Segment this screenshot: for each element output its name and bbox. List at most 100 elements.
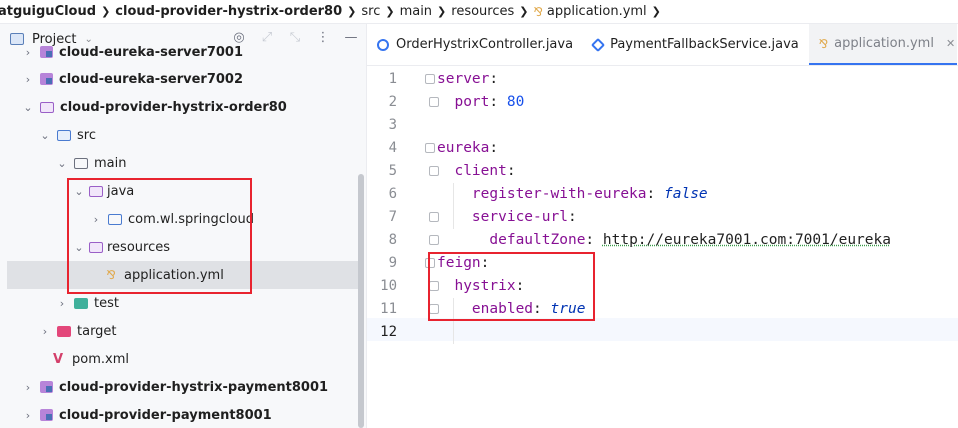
java-interface-icon	[590, 37, 606, 52]
line-number: 9	[388, 255, 397, 271]
tree-item-label: cloud-provider-payment8001	[59, 407, 272, 423]
module-icon	[40, 73, 53, 85]
tree-item-file[interactable]: V pom.xml	[0, 345, 358, 373]
chevron-right-icon[interactable]: ›	[22, 409, 34, 422]
tree-item-label: src	[77, 127, 96, 143]
code-line-6: register-with-eureka: false	[437, 183, 708, 206]
yaml-colon: :	[585, 232, 595, 248]
tree-item-module[interactable]: › cloud-eureka-server7001	[0, 38, 358, 66]
target-folder-icon	[57, 325, 71, 337]
current-line-highlight	[367, 318, 958, 341]
tab-label: application.yml	[834, 36, 934, 51]
chevron-right-icon[interactable]: ›	[22, 381, 34, 394]
java-class-icon	[377, 38, 389, 51]
yaml-colon: :	[489, 140, 499, 156]
editor-tabs: OrderHystrixController.java PaymentFallb…	[367, 24, 958, 66]
tree-item-module[interactable]: ⌄ cloud-provider-hystrix-order80	[0, 93, 358, 121]
breadcrumb-item-src[interactable]: src	[361, 4, 380, 19]
tree-item-label: cloud-provider-hystrix-payment8001	[59, 379, 329, 395]
yaml-url-value[interactable]: http://eureka7001.com:7001/eureka	[603, 232, 891, 248]
yaml-key: port	[454, 94, 490, 110]
yaml-file-icon: ⅋	[818, 36, 829, 51]
annotation-highlight-box	[67, 178, 252, 294]
test-folder-icon	[74, 297, 88, 309]
chevron-right-icon[interactable]: ›	[22, 73, 34, 86]
line-number: 11	[380, 301, 397, 317]
code-line-8: defaultZone: http://eureka7001.com:7001/…	[437, 229, 891, 252]
yaml-key: register-with-eureka	[471, 186, 647, 202]
breadcrumb-item-module[interactable]: cloud-provider-hystrix-order80	[115, 4, 342, 19]
chevron-right-icon: ❯	[101, 5, 111, 18]
tree-item-label: test	[94, 295, 119, 311]
code-line-2: port: 80	[437, 91, 524, 114]
tab-payment-fallback-service[interactable]: PaymentFallbackService.java	[583, 24, 809, 65]
yaml-key: service-url	[471, 209, 568, 225]
yaml-key: defaultZone	[489, 232, 586, 248]
tab-label: OrderHystrixController.java	[396, 37, 574, 52]
tab-order-hystrix-controller[interactable]: OrderHystrixController.java	[367, 24, 583, 65]
tree-item-label: target	[77, 323, 117, 339]
fold-marker-icon[interactable]	[425, 143, 435, 153]
yaml-key: server	[437, 71, 490, 87]
line-number: 1	[388, 71, 397, 87]
module-icon	[40, 409, 53, 421]
yaml-colon: :	[506, 163, 516, 179]
code-line-4: eureka:	[437, 137, 498, 160]
line-number: 5	[388, 163, 397, 179]
tab-label: PaymentFallbackService.java	[610, 37, 799, 52]
tree-item-label: pom.xml	[72, 351, 129, 367]
tree-item-label: cloud-eureka-server7002	[59, 71, 244, 87]
code-line-7: service-url:	[437, 206, 577, 229]
chevron-right-icon[interactable]: ›	[56, 297, 68, 310]
line-number-current: 12	[380, 324, 397, 340]
line-number: 10	[380, 278, 397, 294]
yaml-file-icon: ⅋	[533, 4, 543, 19]
tree-item-module[interactable]: › cloud-eureka-server7002	[0, 65, 358, 93]
folder-icon	[74, 157, 88, 169]
fold-marker-icon[interactable]	[425, 74, 435, 84]
line-number: 8	[388, 232, 397, 248]
close-icon[interactable]: ✕	[946, 37, 955, 50]
line-number: 2	[388, 94, 397, 110]
yaml-colon: :	[489, 94, 499, 110]
code-line-5: client:	[437, 160, 516, 183]
chevron-right-icon: ❯	[347, 5, 357, 18]
breadcrumb-item-project[interactable]: atguiguCloud	[0, 4, 96, 19]
tree-item-module[interactable]: › cloud-provider-payment8001	[0, 401, 358, 428]
annotation-highlight-box	[428, 252, 595, 321]
breadcrumb: atguiguCloud ❯ cloud-provider-hystrix-or…	[0, 0, 958, 24]
tree-item-folder[interactable]: › target	[0, 317, 358, 345]
project-panel: Project ⌄ ◎ ⤢ ⤡ ⋮ — › cloud-eureka-serve…	[0, 24, 367, 428]
yaml-colon: :	[567, 209, 577, 225]
chevron-down-icon[interactable]: ⌄	[39, 129, 51, 142]
tree-item-label: main	[94, 155, 127, 171]
chevron-right-icon[interactable]: ›	[39, 325, 51, 338]
breadcrumb-item-file[interactable]: application.yml	[547, 4, 647, 19]
yaml-colon: :	[646, 186, 656, 202]
line-number: 7	[388, 209, 397, 225]
tree-item-folder[interactable]: ⌄ main	[0, 149, 358, 177]
tree-item-module[interactable]: › cloud-provider-hystrix-payment8001	[0, 373, 358, 401]
yaml-colon: :	[489, 71, 499, 87]
chevron-down-icon[interactable]: ⌄	[56, 157, 68, 170]
module-folder-icon	[40, 101, 54, 113]
tree-item-folder[interactable]: ⌄ src	[0, 121, 358, 149]
chevron-right-icon[interactable]: ›	[22, 46, 34, 59]
maven-file-icon: V	[52, 351, 64, 367]
tab-application-yml[interactable]: ⅋ application.yml ✕	[808, 24, 957, 65]
yaml-number: 80	[506, 94, 525, 110]
line-number: 6	[388, 186, 397, 202]
breadcrumb-item-main[interactable]: main	[400, 4, 432, 19]
yaml-key: client	[454, 163, 507, 179]
tree-item-label: cloud-eureka-server7001	[59, 44, 244, 60]
chevron-right-icon: ❯	[519, 5, 529, 18]
project-tree-scrollbar[interactable]	[358, 174, 364, 428]
chevron-right-icon: ❯	[651, 5, 661, 18]
code-line-1: server:	[437, 68, 498, 91]
code-area[interactable]: 1 2 3 4 5 6 7 8 9 10 11 12 server: port:…	[367, 66, 958, 428]
breadcrumb-item-resources[interactable]: resources	[451, 4, 514, 19]
chevron-right-icon: ❯	[437, 5, 447, 18]
line-number: 3	[388, 117, 397, 133]
chevron-down-icon[interactable]: ⌄	[22, 101, 34, 114]
source-folder-icon	[57, 129, 71, 141]
